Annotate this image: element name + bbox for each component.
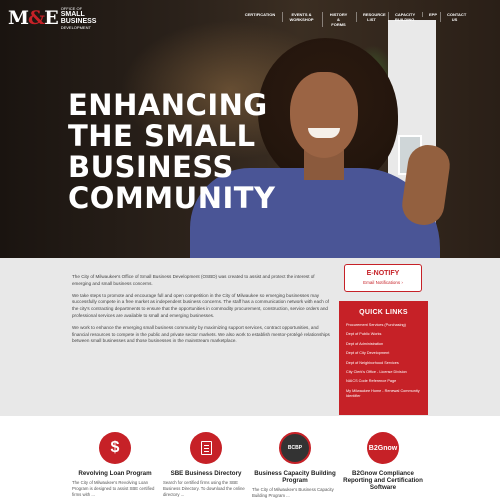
- nav-item-events[interactable]: EVENTS & WORKSHOP: [282, 12, 314, 22]
- enotify-title: E-NOTIFY: [366, 270, 400, 277]
- intro-paragraph: The City of Milwaukee's Office of Small …: [72, 274, 315, 286]
- tile-b2gnow[interactable]: B2Gnow B2Gnow Compliance Reporting and C…: [340, 432, 426, 491]
- nav-item-contact[interactable]: CONTACT US: [440, 12, 466, 22]
- quick-link[interactable]: Procurement Services (Purchasing): [346, 323, 426, 328]
- intro-text: The City of Milwaukee's Office of Small …: [72, 274, 332, 350]
- hero-banner: ENHANCING THE SMALL BUSINESS COMMUNITY M…: [0, 0, 500, 258]
- enotify-subtitle: Email Notifications ›: [363, 280, 403, 285]
- tile-title: SBE Business Directory: [170, 470, 242, 477]
- main-nav: CERTIFICATION EVENTS & WORKSHOP HISTORY …: [243, 12, 466, 27]
- tile-title: B2Gnow Compliance Reporting and Certific…: [343, 470, 423, 491]
- tile-title: Revolving Loan Program: [78, 470, 152, 477]
- nav-item-epp[interactable]: EPP: [422, 12, 437, 17]
- tile-description: The City of Milwaukee's Business Capacit…: [252, 487, 334, 498]
- dollar-icon: $: [99, 432, 131, 464]
- hero-title-line: THE SMALL: [68, 119, 256, 153]
- logo-text: OFFICE OF SMALL BUSINESS DEVELOPMENT: [61, 6, 97, 30]
- site-logo[interactable]: M&E OFFICE OF SMALL BUSINESS DEVELOPMENT: [8, 6, 96, 30]
- tile-description: Search for certified firms using the SBE…: [163, 480, 245, 497]
- tile-revolving-loan[interactable]: $ Revolving Loan Program The City of Mil…: [72, 432, 158, 498]
- intro-paragraph: We work to enhance the emerging small bu…: [72, 324, 330, 344]
- quick-link[interactable]: Dept of Administration: [346, 342, 426, 347]
- quick-link[interactable]: NAICS Code Reference Page: [346, 379, 426, 384]
- quick-link[interactable]: Dept of Public Works: [346, 332, 426, 337]
- nav-item-resource-list[interactable]: RESOURCE LIST: [356, 12, 386, 22]
- tile-title: Business Capacity Building Program: [254, 470, 336, 484]
- nav-item-history-forms[interactable]: HISTORY & FORMS: [322, 12, 348, 27]
- hero-title-line: BUSINESS: [68, 150, 234, 184]
- quick-links-panel: QUICK LINKS Procurement Services (Purcha…: [339, 301, 428, 415]
- quick-link[interactable]: City Clerk's Office - License Division: [346, 370, 426, 375]
- program-tiles: $ Revolving Loan Program The City of Mil…: [0, 416, 500, 500]
- nav-item-certification[interactable]: CERTIFICATION: [243, 12, 277, 17]
- quick-link[interactable]: Dept of City Development: [346, 351, 426, 356]
- nav-item-capacity-building[interactable]: CAPACITY BUILDING: [388, 12, 415, 22]
- enotify-button[interactable]: E-NOTIFY Email Notifications ›: [344, 264, 422, 292]
- logo-line: SMALL: [60, 11, 85, 18]
- quick-link[interactable]: Dept of Neighborhood Services: [346, 361, 426, 366]
- hero-title-line: ENHANCING: [68, 88, 268, 122]
- tile-sbe-directory[interactable]: SBE Business Directory Search for certif…: [163, 432, 249, 498]
- hero-title-line: COMMUNITY: [68, 181, 276, 215]
- tile-description: The City of Milwaukee's Revolving Loan P…: [72, 480, 155, 497]
- b2gnow-icon: B2Gnow: [367, 432, 399, 464]
- quick-link[interactable]: My Milwaukee Home - Renewal Community Id…: [346, 389, 426, 399]
- quick-links-title: QUICK LINKS: [359, 309, 408, 316]
- logo-line: BUSINESS: [60, 18, 97, 25]
- tile-capacity-building[interactable]: BCBP Business Capacity Building Program …: [252, 432, 338, 499]
- intro-paragraph: We take steps to promote and encourage f…: [72, 292, 329, 318]
- hero-title: ENHANCING THE SMALL BUSINESS COMMUNITY: [68, 90, 328, 214]
- bcbp-seal-icon: BCBP: [279, 432, 311, 464]
- document-icon: [190, 432, 222, 464]
- logo-line: DEVELOPMENT: [60, 25, 91, 30]
- logo-mark: M&E: [8, 7, 59, 29]
